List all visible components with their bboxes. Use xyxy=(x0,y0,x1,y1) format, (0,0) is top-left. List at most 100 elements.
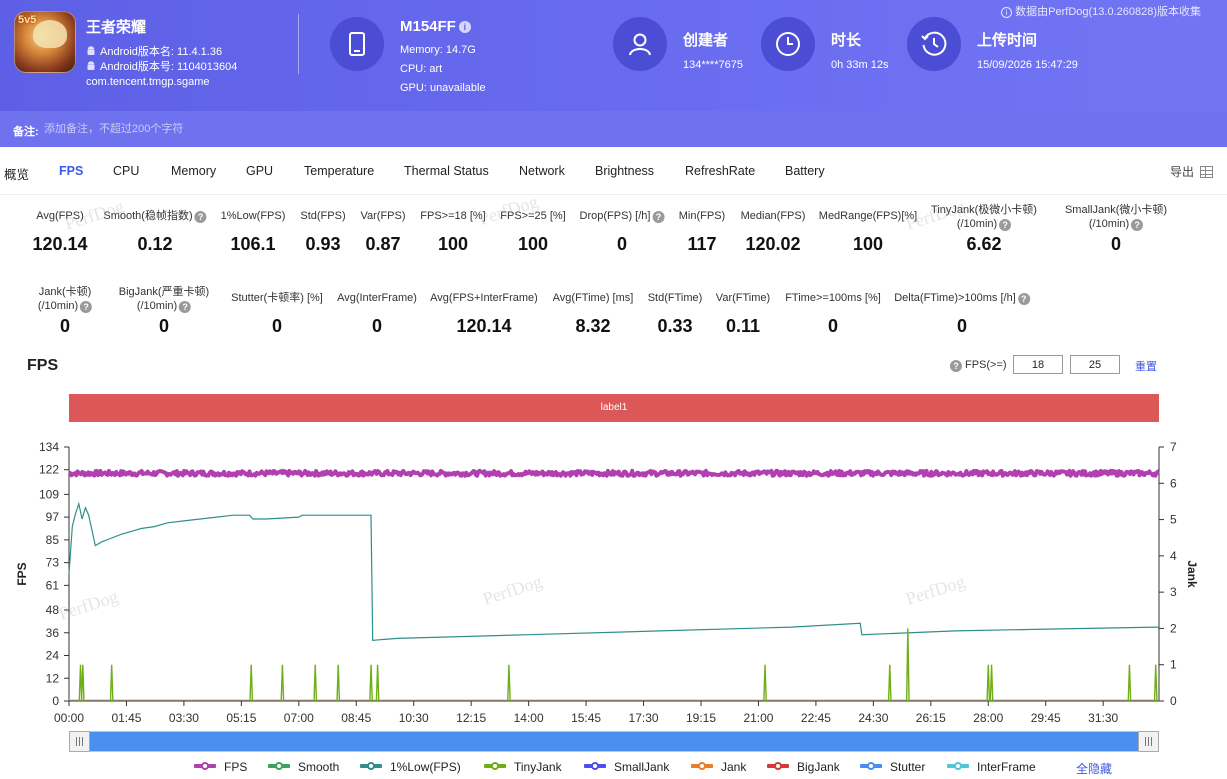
chart-legend: 全隐藏 FPS Smooth 1%Low(FPS) TinyJank SmallJank… xyxy=(0,760,1227,778)
y2-tick-label: 6 xyxy=(1170,476,1177,490)
legend-item[interactable]: Stutter xyxy=(860,760,925,774)
y-tick-label: 0 xyxy=(52,694,59,708)
metric-card: Smooth(稳帧指数)? 0.12 xyxy=(103,209,207,254)
legend-item[interactable]: FPS xyxy=(194,760,247,774)
legend-swatch xyxy=(767,762,789,770)
legend-item[interactable]: Smooth xyxy=(268,760,339,774)
legend-item[interactable]: TinyJank xyxy=(484,760,562,774)
metric-label: BigJank(严重卡顿) xyxy=(118,286,210,298)
tab-refresh-rate[interactable]: RefreshRate xyxy=(685,164,755,178)
y2-tick-label: 5 xyxy=(1170,513,1177,527)
x-tick-label: 19:15 xyxy=(686,711,716,725)
fps-threshold-label: ? FPS(>=) xyxy=(948,359,1007,372)
tab-thermal-status[interactable]: Thermal Status xyxy=(404,164,489,178)
help-icon[interactable]: ? xyxy=(652,211,665,223)
metric-label: 1%Low(FPS) xyxy=(220,210,286,222)
fps-chart[interactable]: 012243648617385971091221340123456700:00 0… xyxy=(0,430,1227,730)
metric-label: MedRange(FPS)[%] xyxy=(818,210,918,222)
tinyjank-spike xyxy=(887,664,892,702)
note-label: 备注: xyxy=(13,126,39,138)
tab-overview[interactable]: 概览 xyxy=(4,164,29,183)
tab-fps[interactable]: FPS xyxy=(59,164,83,178)
fps-threshold-1-input[interactable] xyxy=(1013,355,1063,374)
x-tick-label: 01:45 xyxy=(111,711,141,725)
user-icon xyxy=(629,33,651,56)
metric-value: 0 xyxy=(827,316,838,336)
tab-network[interactable]: Network xyxy=(519,164,565,178)
range-slider[interactable] xyxy=(69,731,1159,752)
legend-label: Jank xyxy=(721,760,747,774)
x-tick-label: 12:15 xyxy=(456,711,486,725)
metric-value: 0.33 xyxy=(657,316,693,336)
header-divider xyxy=(298,14,299,74)
metric-label: Median(FPS) xyxy=(740,210,806,222)
device-memory: Memory: 14.7G xyxy=(400,44,476,56)
metric-label: Jank(卡顿) xyxy=(38,286,92,298)
x-tick-label: 05:15 xyxy=(226,711,256,725)
label-band[interactable]: label1 xyxy=(69,394,1159,422)
device-info-icon[interactable]: i xyxy=(458,21,471,33)
metric-value: 0 xyxy=(371,316,383,336)
help-icon[interactable]: ? xyxy=(80,301,93,313)
tinyjank-spike xyxy=(507,664,511,702)
help-icon[interactable]: ? xyxy=(950,360,962,372)
legend-swatch xyxy=(860,762,882,770)
creator-title: 创建者 xyxy=(683,32,729,49)
metric-value: 0 xyxy=(956,316,967,336)
tinyjank-spike xyxy=(989,664,994,702)
metric-card: BigJank(严重卡顿) (/10min)? 0 xyxy=(118,285,210,336)
legend-swatch xyxy=(484,762,506,770)
help-icon[interactable]: ? xyxy=(179,301,192,313)
tablet-icon xyxy=(349,32,365,56)
tab-brightness[interactable]: Brightness xyxy=(595,164,654,178)
tab-cpu[interactable]: CPU xyxy=(113,164,139,178)
legend-swatch xyxy=(268,762,290,770)
y-tick-label: 48 xyxy=(46,603,60,617)
help-icon[interactable]: ? xyxy=(1017,293,1030,305)
x-tick-label: 03:30 xyxy=(169,711,199,725)
metric-value: 0 xyxy=(1110,234,1121,254)
x-tick-label: 10:30 xyxy=(399,711,429,725)
y-tick-label: 97 xyxy=(46,510,60,524)
duration-value: 0h 33m 12s xyxy=(831,59,889,71)
fps-threshold-2-input[interactable] xyxy=(1070,355,1120,374)
metric-card: Avg(FPS+InterFrame) 120.14 xyxy=(430,291,538,336)
metric-card: FPS>=18 [%] 100 xyxy=(420,209,485,254)
metric-label: Var(FTime) xyxy=(715,292,771,304)
android-version-name: Android版本名: 11.4.1.36 xyxy=(86,43,222,59)
metric-card: FTime>=100ms [%] 0 xyxy=(785,291,881,336)
legend-swatch xyxy=(360,762,382,770)
hide-all-button[interactable]: 全隐藏 xyxy=(1076,760,1112,777)
y2-tick-label: 3 xyxy=(1170,585,1177,599)
slider-left-handle[interactable] xyxy=(69,731,90,752)
legend-item[interactable]: 1%Low(FPS) xyxy=(360,760,461,774)
note-input[interactable] xyxy=(44,119,644,139)
tab-bar: 概览 FPS CPU Memory GPU Temperature Therma… xyxy=(0,147,1227,195)
legend-item[interactable]: SmallJank xyxy=(584,760,669,774)
help-icon[interactable]: ? xyxy=(194,211,207,223)
x-tick-label: 24:30 xyxy=(858,711,888,725)
help-icon[interactable]: ? xyxy=(999,219,1012,231)
tab-battery[interactable]: Battery xyxy=(785,164,825,178)
y2-axis-label: Jank xyxy=(1185,560,1199,588)
metric-value: 120.14 xyxy=(456,316,512,336)
legend-item[interactable]: Jank xyxy=(691,760,746,774)
slider-right-handle[interactable] xyxy=(1138,731,1159,752)
legend-swatch xyxy=(194,762,216,770)
duration-circle xyxy=(761,17,815,71)
metric-value: 106.1 xyxy=(230,234,276,254)
device-name: M154FF i xyxy=(400,18,471,35)
tab-gpu[interactable]: GPU xyxy=(246,164,273,178)
table-icon xyxy=(1200,166,1213,178)
reset-button[interactable]: 重置 xyxy=(1135,358,1157,374)
y2-tick-label: 4 xyxy=(1170,549,1177,563)
tab-temperature[interactable]: Temperature xyxy=(304,164,374,178)
help-icon[interactable]: ? xyxy=(1131,219,1144,231)
legend-item[interactable]: BigJank xyxy=(767,760,840,774)
legend-item[interactable]: InterFrame xyxy=(947,760,1036,774)
android-version-code: Android版本号: 1104013604 xyxy=(86,58,237,74)
legend-label: BigJank xyxy=(797,760,840,774)
legend-label: TinyJank xyxy=(514,760,562,774)
tab-memory[interactable]: Memory xyxy=(171,164,216,178)
export-button[interactable]: 导出 xyxy=(1170,163,1213,180)
